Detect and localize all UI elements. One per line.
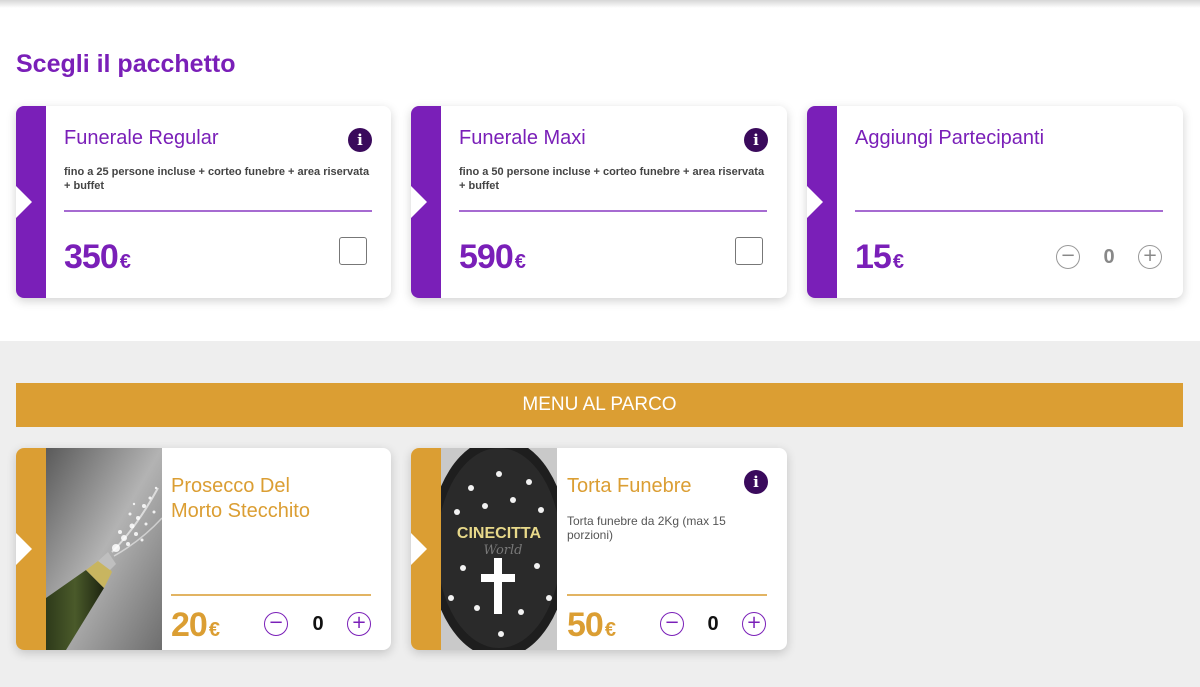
quantity-value: 0 — [312, 613, 324, 635]
quantity-value: 0 — [1103, 246, 1115, 268]
menu-item-title: Prosecco Del Morto Stecchito — [171, 474, 310, 524]
package-title: Aggiungi Partecipanti — [855, 127, 1045, 149]
price-value: 50 — [567, 606, 604, 644]
price-currency: € — [514, 251, 526, 273]
menu-banner: MENU AL PARCO — [16, 383, 1183, 427]
package-price: 590 € — [459, 238, 526, 277]
menu-item-price: 50 € — [567, 606, 616, 645]
plus-circle-icon[interactable]: + — [742, 612, 766, 636]
menu-item-description: Torta funebre da 2Kg (max 15 porzioni) — [567, 514, 726, 542]
package-card-extra-participants: Aggiungi Partecipanti 15 € − 0 + — [807, 106, 1183, 298]
minus-circle-icon[interactable]: − — [1056, 245, 1080, 269]
package-title: Funerale Maxi — [459, 127, 586, 149]
menu-item-card-torta: CINECITTA World Torta Funebre i Torta fu… — [411, 448, 787, 650]
plus-circle-icon[interactable]: + — [347, 612, 371, 636]
cake-text-script: World — [484, 543, 523, 558]
package-card-maxi: Funerale Maxi i fino a 50 persone inclus… — [411, 106, 787, 298]
package-price: 350 € — [64, 238, 131, 277]
quantity-value: 0 — [707, 613, 719, 635]
card-divider — [459, 210, 767, 212]
cake-text-brand: CINECITTA — [457, 525, 542, 542]
card-accent-stripe — [411, 106, 441, 298]
price-value: 15 — [855, 238, 892, 276]
black-cake-image: CINECITTA World — [441, 448, 557, 650]
price-value: 350 — [64, 238, 119, 276]
menu-item-title-line: Morto Stecchito — [171, 500, 310, 522]
package-select-checkbox[interactable] — [735, 237, 763, 265]
package-description: fino a 25 persone incluse + corteo funeb… — [64, 166, 370, 192]
champagne-bottle-image — [46, 448, 162, 650]
plus-circle-icon[interactable]: + — [1138, 245, 1162, 269]
package-description: fino a 50 persone incluse + corteo funeb… — [459, 166, 765, 192]
price-value: 20 — [171, 606, 208, 644]
info-icon[interactable]: i — [744, 128, 768, 152]
price-currency: € — [208, 619, 220, 641]
minus-circle-icon[interactable]: − — [264, 612, 288, 636]
info-icon[interactable]: i — [348, 128, 372, 152]
card-accent-stripe — [411, 448, 441, 650]
info-icon[interactable]: i — [744, 470, 768, 494]
section-title: Scegli il pacchetto — [16, 50, 236, 78]
price-value: 590 — [459, 238, 514, 276]
price-currency: € — [892, 251, 904, 273]
package-price: 15 € — [855, 238, 904, 277]
card-divider — [171, 594, 371, 596]
package-card-regular: Funerale Regular i fino a 25 persone inc… — [16, 106, 391, 298]
minus-circle-icon[interactable]: − — [660, 612, 684, 636]
menu-item-title-line: Prosecco Del — [171, 475, 290, 497]
menu-item-title: Torta Funebre — [567, 475, 692, 497]
card-accent-stripe — [16, 106, 46, 298]
package-select-checkbox[interactable] — [339, 237, 367, 265]
card-accent-stripe — [16, 448, 46, 650]
menu-item-card-prosecco: Prosecco Del Morto Stecchito 20 € − 0 + — [16, 448, 391, 650]
card-divider — [855, 210, 1163, 212]
price-currency: € — [119, 251, 131, 273]
header-shadow — [0, 0, 1200, 8]
package-title: Funerale Regular — [64, 127, 219, 149]
card-accent-stripe — [807, 106, 837, 298]
price-currency: € — [604, 619, 616, 641]
card-divider — [567, 594, 767, 596]
menu-item-price: 20 € — [171, 606, 220, 645]
card-divider — [64, 210, 372, 212]
